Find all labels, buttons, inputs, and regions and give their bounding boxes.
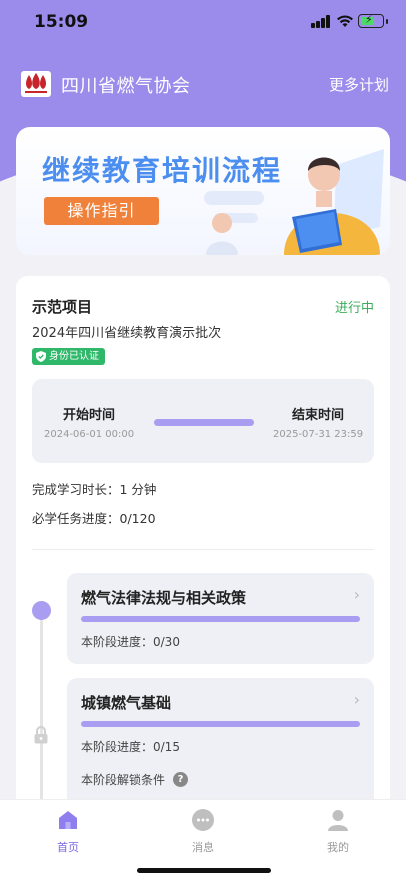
app-title: 四川省燃气协会 bbox=[61, 76, 191, 97]
profile-icon bbox=[328, 810, 348, 831]
signal-icon bbox=[311, 15, 331, 28]
stage-progress: 本阶段进度：0/15 bbox=[81, 740, 180, 754]
banner-illustration bbox=[204, 149, 384, 255]
start-time-label: 开始时间 bbox=[63, 408, 116, 423]
start-time-value: 2024-06-01 00:00 bbox=[44, 429, 135, 440]
chevron-right-icon: › bbox=[353, 585, 360, 604]
home-icon bbox=[59, 811, 77, 829]
lock-icon bbox=[34, 726, 48, 744]
stage-progress-bar bbox=[81, 721, 360, 727]
stage-timeline bbox=[40, 606, 43, 816]
tab-profile-label: 我的 bbox=[327, 841, 349, 854]
association-logo bbox=[21, 71, 51, 97]
stage-card[interactable]: 城镇燃气基础 › 本阶段进度：0/15 本阶段解锁条件 ? bbox=[67, 678, 374, 816]
more-plans-link[interactable]: 更多计划 bbox=[329, 74, 389, 95]
unlock-conditions[interactable]: 本阶段解锁条件 ? bbox=[81, 771, 189, 788]
time-range-bar bbox=[154, 419, 254, 426]
verified-badge: 身份已认证 bbox=[32, 348, 105, 365]
stage-progress-bar bbox=[81, 616, 360, 622]
shield-check-icon bbox=[36, 351, 46, 362]
time-range-box: 开始时间 2024-06-01 00:00 结束时间 2025-07-31 23… bbox=[32, 379, 374, 463]
required-task-progress: 必学任务进度：0/120 bbox=[32, 511, 156, 526]
stage-progress: 本阶段进度：0/30 bbox=[81, 635, 180, 649]
question-icon[interactable]: ? bbox=[173, 772, 189, 787]
tab-messages[interactable]: 消息 bbox=[173, 808, 233, 855]
stage-title: 燃气法律法规与相关政策 bbox=[81, 589, 247, 607]
operation-guide-button[interactable]: 操作指引 bbox=[44, 197, 159, 225]
stage-card[interactable]: 燃气法律法规与相关政策 › 本阶段进度：0/30 bbox=[67, 573, 374, 664]
timeline-current-dot bbox=[32, 601, 51, 620]
battery-icon: ⚡ bbox=[358, 13, 388, 28]
wifi-icon bbox=[337, 15, 353, 27]
study-duration: 完成学习时长：1 分钟 bbox=[32, 482, 157, 497]
status-bar: 15:09 ⚡ bbox=[0, 0, 406, 44]
status-time: 15:09 bbox=[34, 12, 89, 32]
end-time-label: 结束时间 bbox=[292, 408, 345, 423]
training-flow-banner[interactable]: 继续教育培训流程 操作指引 bbox=[16, 127, 390, 255]
project-batch: 2024年四川省继续教育演示批次 bbox=[32, 326, 222, 341]
verified-label: 身份已认证 bbox=[49, 351, 99, 362]
project-card: 示范项目 进行中 2024年四川省继续教育演示批次 身份已认证 开始时间 202… bbox=[16, 276, 390, 816]
project-status: 进行中 bbox=[334, 301, 374, 316]
unlock-conditions-label: 本阶段解锁条件 bbox=[81, 773, 166, 787]
home-indicator bbox=[137, 868, 271, 873]
tab-home[interactable]: 首页 bbox=[38, 808, 98, 855]
project-title: 示范项目 bbox=[32, 298, 93, 316]
stage-title: 城镇燃气基础 bbox=[81, 694, 172, 712]
tab-messages-label: 消息 bbox=[192, 841, 214, 854]
divider bbox=[32, 549, 374, 550]
tab-profile[interactable]: 我的 bbox=[308, 808, 368, 855]
end-time-value: 2025-07-31 23:59 bbox=[273, 429, 364, 440]
app-header: 四川省燃气协会 更多计划 bbox=[0, 62, 406, 106]
chevron-right-icon: › bbox=[353, 690, 360, 709]
message-icon bbox=[192, 809, 214, 831]
tab-home-label: 首页 bbox=[57, 841, 79, 854]
